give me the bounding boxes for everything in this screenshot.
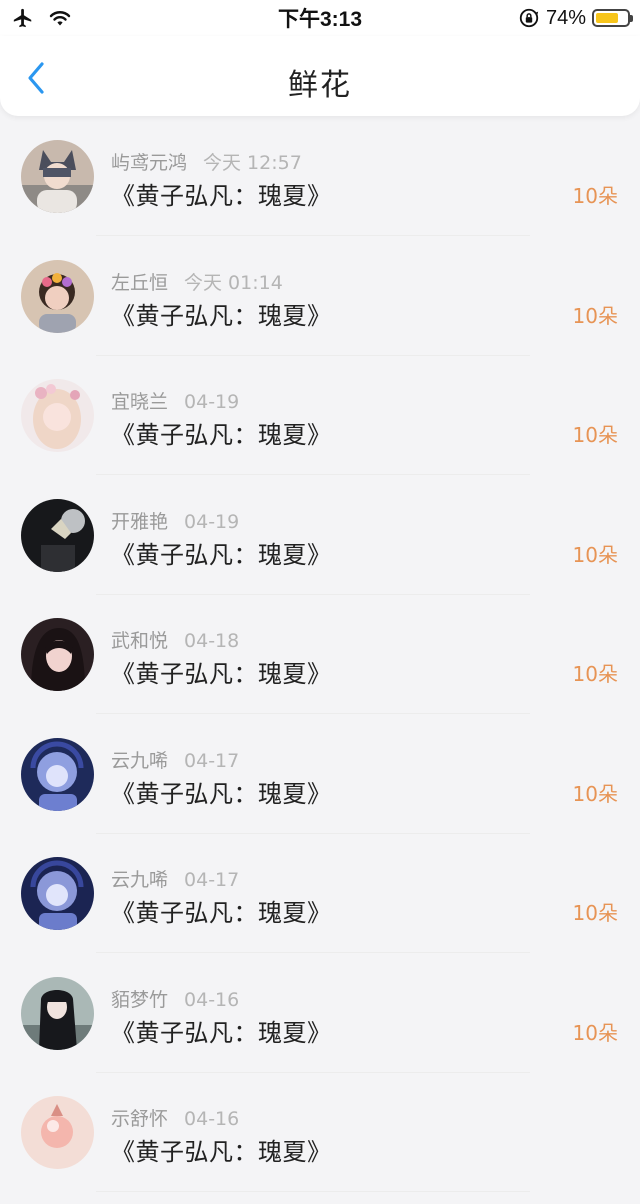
battery-icon — [592, 9, 633, 27]
user-meta: 貊梦竹 04-16 — [111, 985, 239, 1012]
wifi-icon — [49, 11, 71, 26]
timestamp: 04-17 — [184, 869, 240, 891]
book-title[interactable]: 《黄子弘凡：瑰夏》 — [111, 1013, 332, 1048]
status-time: 下午3:13 — [277, 8, 363, 31]
divider — [96, 1191, 530, 1192]
divider — [96, 1071, 530, 1073]
divider — [96, 593, 530, 595]
avatar[interactable] — [21, 976, 94, 1050]
book-title[interactable]: 《黄子弘凡：瑰夏》 — [111, 893, 332, 928]
book-title[interactable]: 《黄子弘凡：瑰夏》 — [111, 296, 332, 331]
flower-count: 10朵 — [572, 303, 618, 328]
list-item[interactable]: 宜晓兰 04-19 《黄子弘凡：瑰夏》 10朵 — [0, 367, 640, 487]
divider — [96, 713, 530, 714]
flower-count: 10朵 — [572, 423, 618, 447]
user-name[interactable]: 武和悦 — [111, 630, 168, 652]
timestamp: 04-19 — [184, 391, 240, 413]
user-meta: 宜晓兰 04-19 — [111, 387, 239, 414]
user-meta: 左丘恒 今天 01:14 — [111, 268, 283, 295]
avatar[interactable] — [21, 857, 94, 930]
flower-count: 10朵 — [572, 184, 618, 208]
battery-percent: 74% — [545, 6, 586, 29]
list-item[interactable]: 云九唏 04-17 《黄子弘凡：瑰夏》 10朵 — [0, 845, 640, 965]
status-bar: 下午3:13 74% — [0, 0, 640, 36]
list-item[interactable]: 武和悦 04-18 《黄子弘凡：瑰夏》 10朵 — [0, 606, 640, 726]
timestamp: 04-17 — [184, 749, 240, 772]
avatar[interactable] — [21, 737, 94, 811]
page-title: 鲜花 — [288, 68, 352, 103]
list-item[interactable]: 云九唏 04-17 《黄子弘凡：瑰夏》 10朵 — [0, 726, 640, 846]
avatar[interactable] — [21, 618, 94, 691]
user-meta: 云九唏 04-17 — [111, 865, 239, 892]
divider — [96, 832, 530, 834]
avatar[interactable] — [21, 498, 94, 572]
list-item[interactable]: 貊梦竹 04-16 《黄子弘凡：瑰夏》 10朵 — [0, 965, 640, 1085]
list-item[interactable]: 左丘恒 今天 01:14 《黄子弘凡：瑰夏》 10朵 — [0, 248, 640, 368]
flower-count: 10朵 — [572, 781, 618, 806]
book-title[interactable]: 《黄子弘凡：瑰夏》 — [111, 415, 332, 450]
divider — [96, 952, 530, 953]
book-title[interactable]: 《黄子弘凡：瑰夏》 — [111, 654, 332, 689]
timestamp: 04-16 — [184, 988, 240, 1011]
flower-count: 10朵 — [572, 542, 618, 567]
divider — [96, 474, 530, 475]
battery-fill — [596, 13, 619, 23]
flower-list: 屿鸢元鸿 今天 12:57 《黄子弘凡：瑰夏》 10朵 左丘恒 今天 01:14 《黄子弘凡… — [0, 128, 640, 1204]
flower-count: 10朵 — [572, 901, 618, 925]
status-left — [0, 7, 210, 29]
user-meta: 开雅艳 04-19 — [111, 507, 239, 534]
list-item[interactable]: 示舒怀 04-16 《黄子弘凡：瑰夏》 — [0, 1084, 640, 1204]
timestamp: 04-16 — [184, 1108, 240, 1130]
user-name[interactable]: 貊梦竹 — [111, 989, 168, 1011]
user-name[interactable]: 宜晓兰 — [111, 391, 168, 413]
book-title[interactable]: 《黄子弘凡：瑰夏》 — [111, 1132, 332, 1167]
user-meta: 云九唏 04-17 — [111, 746, 239, 773]
user-meta: 屿鸢元鸿 今天 12:57 — [111, 148, 302, 175]
avatar[interactable] — [21, 259, 94, 333]
avatar[interactable] — [21, 379, 94, 452]
timestamp: 04-19 — [184, 510, 240, 533]
divider — [96, 235, 530, 236]
list-item[interactable]: 开雅艳 04-19 《黄子弘凡：瑰夏》 10朵 — [0, 487, 640, 607]
nav-bar: 鲜花 — [0, 36, 640, 116]
user-name[interactable]: 屿鸢元鸿 — [111, 152, 187, 174]
user-name[interactable]: 云九唏 — [111, 750, 168, 772]
user-meta: 示舒怀 04-16 — [111, 1104, 239, 1131]
list-item[interactable]: 屿鸢元鸿 今天 12:57 《黄子弘凡：瑰夏》 10朵 — [0, 128, 640, 248]
airplane-icon — [13, 8, 32, 28]
user-name[interactable]: 左丘恒 — [111, 272, 168, 294]
user-name[interactable]: 开雅艳 — [111, 511, 168, 533]
timestamp: 今天 12:57 — [203, 152, 302, 174]
rotation-lock-icon — [519, 8, 539, 28]
book-title[interactable]: 《黄子弘凡：瑰夏》 — [111, 774, 332, 809]
timestamp: 今天 01:14 — [184, 271, 283, 294]
book-title[interactable]: 《黄子弘凡：瑰夏》 — [111, 535, 332, 570]
avatar[interactable] — [21, 140, 94, 213]
user-meta: 武和悦 04-18 — [111, 626, 239, 653]
divider — [96, 354, 530, 356]
flower-count: 10朵 — [572, 662, 618, 686]
book-title[interactable]: 《黄子弘凡：瑰夏》 — [111, 176, 332, 211]
user-name[interactable]: 云九唏 — [111, 869, 168, 891]
user-name[interactable]: 示舒怀 — [111, 1108, 168, 1130]
status-right: 74% — [430, 7, 640, 30]
timestamp: 04-18 — [184, 630, 240, 652]
flower-count: 10朵 — [572, 1020, 618, 1045]
avatar[interactable] — [21, 1096, 94, 1169]
